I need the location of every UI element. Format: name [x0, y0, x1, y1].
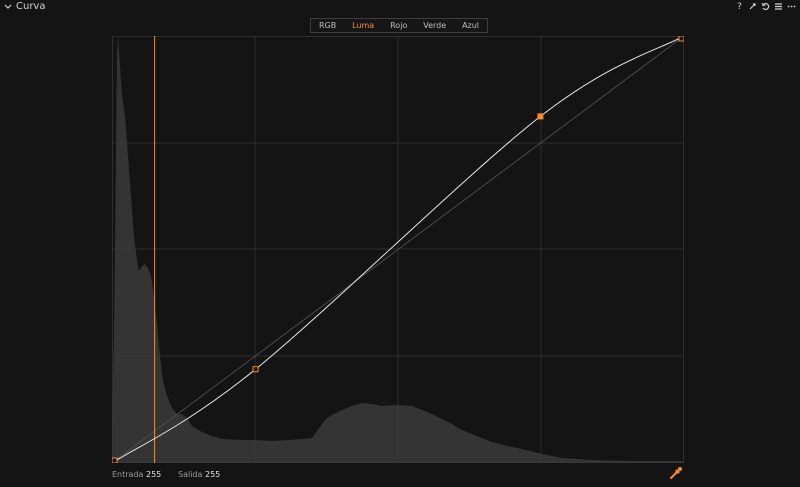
chevron-down-icon[interactable] [3, 2, 13, 12]
reset-icon[interactable] [761, 1, 770, 12]
tab-rojo[interactable]: Rojo [390, 21, 407, 30]
output-value: 255 [205, 470, 221, 479]
tab-verde[interactable]: Verde [423, 21, 446, 30]
eyedropper-icon[interactable] [669, 466, 683, 480]
input-label: Entrada [112, 470, 144, 479]
tab-azul[interactable]: Azul [462, 21, 479, 30]
tab-luma[interactable]: Luma [352, 21, 374, 30]
output-label: Salida [178, 470, 203, 479]
curve-control-point[interactable] [112, 457, 118, 463]
curve-control-point[interactable] [252, 366, 259, 373]
channel-tabs: RGB Luma Rojo Verde Azul [310, 18, 488, 33]
input-value: 255 [146, 470, 162, 479]
menu-icon[interactable] [774, 1, 783, 12]
curve-canvas[interactable] [112, 36, 684, 463]
help-icon[interactable]: ? [735, 1, 744, 12]
header-tools: ? [735, 1, 796, 12]
curve-control-point[interactable] [678, 36, 684, 42]
curve-editor[interactable] [112, 36, 684, 463]
panel-header: Curva ? [0, 0, 800, 16]
pin-icon[interactable] [748, 1, 757, 12]
curve-control-point[interactable] [537, 113, 544, 120]
tab-rgb[interactable]: RGB [319, 21, 336, 30]
panel-title: Curva [16, 1, 46, 12]
more-icon[interactable] [787, 1, 796, 12]
